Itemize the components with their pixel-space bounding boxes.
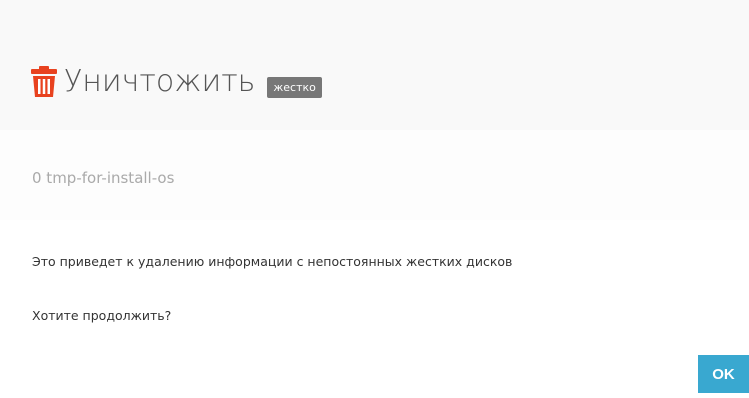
confirm-question: Хотите продолжить? [32, 308, 172, 323]
mode-badge: жестко [267, 76, 322, 98]
trash-icon [30, 66, 58, 98]
warning-message: Это приведет к удалению информации с неп… [32, 254, 513, 269]
dialog-title: Уничтожить [64, 64, 256, 99]
ok-button[interactable]: OK [698, 355, 749, 393]
dialog-title-row: Уничтожить жестко [30, 62, 322, 102]
target-vm-name: 0 tmp-for-install-os [32, 169, 175, 187]
